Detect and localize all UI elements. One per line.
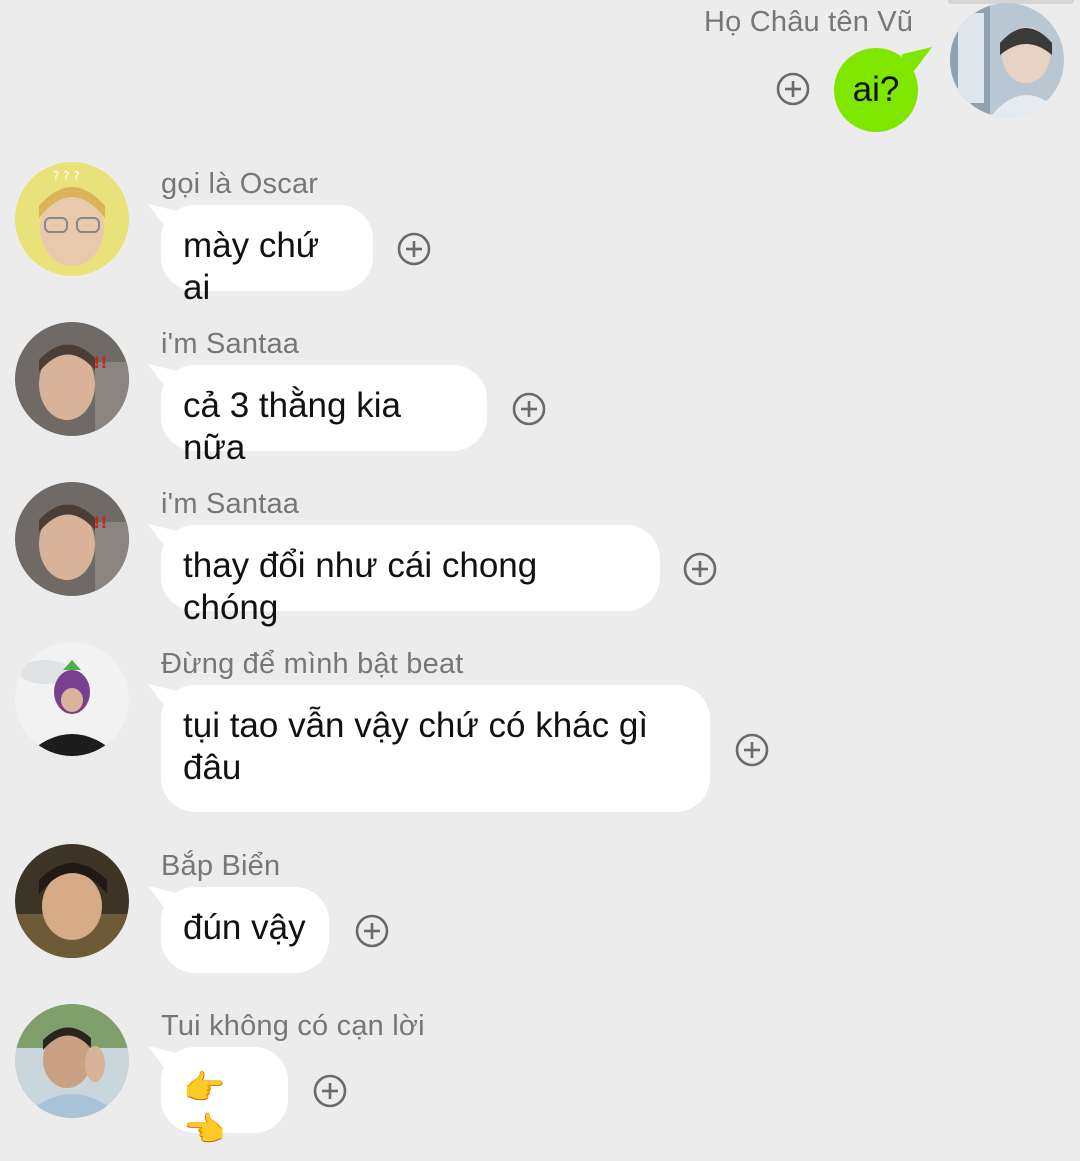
message-bubble[interactable]: 👉👈 [161,1047,288,1149]
avatar[interactable]: ? ? ? [15,162,129,276]
user-photo-avatar-icon [15,1004,129,1118]
message-bubble[interactable]: cả 3 thằng kia nữa [161,365,487,467]
user-photo-avatar-icon: !! [15,482,129,596]
message-bubble[interactable]: thay đổi như cái chong chóng [161,525,660,627]
message-text: ai? [852,70,900,109]
sender-name: Họ Châu tên Vũ [704,6,914,38]
add-reaction-icon [735,733,769,767]
sender-name: i'm Santaa [161,488,300,520]
avatar[interactable] [15,1004,129,1118]
add-reaction-icon [683,552,717,586]
avatar[interactable] [950,3,1064,117]
message-bubble-outgoing[interactable]: ai? [834,48,918,132]
add-reaction-icon [397,232,431,266]
user-photo-avatar-icon [15,642,129,756]
add-reaction-button[interactable] [776,72,810,106]
add-reaction-button[interactable] [313,1074,347,1108]
avatar[interactable] [15,844,129,958]
user-photo-avatar-icon [950,3,1064,117]
sender-name: Tui không có cạn lời [161,1010,425,1042]
avatar[interactable]: !! [15,322,129,436]
add-reaction-icon [313,1074,347,1108]
add-reaction-button[interactable] [735,733,769,767]
add-reaction-button[interactable] [397,232,431,266]
svg-text:!!: !! [93,353,108,372]
avatar[interactable] [15,642,129,756]
message-text: tụi tao vẫn vậy chứ có khác gì đâu [183,706,649,787]
message-text: thay đổi như cái chong chóng [183,546,538,627]
add-reaction-icon [512,392,546,426]
add-reaction-icon [355,914,389,948]
message-text: cả 3 thằng kia nữa [183,386,401,467]
chat-window: Họ Châu tên Vũ ai? ? ? ? gọi là Oscar mà… [0,0,1080,1161]
sender-name: Đừng để mình bật beat [161,648,464,680]
message-text: mày chứ ai [183,226,320,307]
user-photo-avatar-icon: ? ? ? [15,162,129,276]
message-bubble[interactable]: tụi tao vẫn vậy chứ có khác gì đâu [161,685,710,812]
message-text: đún vậy [183,908,306,947]
user-photo-avatar-icon [15,844,129,958]
message-bubble[interactable]: mày chứ ai [161,205,373,307]
message-bubble[interactable]: đún vậy [161,887,329,973]
svg-text:!!: !! [93,513,108,532]
user-photo-avatar-icon: !! [15,322,129,436]
svg-text:? ? ?: ? ? ? [53,169,80,183]
sender-name: i'm Santaa [161,328,300,360]
add-reaction-button[interactable] [355,914,389,948]
sender-name: gọi là Oscar [161,168,319,200]
add-reaction-icon [776,72,810,106]
add-reaction-button[interactable] [512,392,546,426]
add-reaction-button[interactable] [683,552,717,586]
avatar[interactable]: !! [15,482,129,596]
sender-name: Bắp Biển [161,850,281,882]
message-text: 👉👈 [183,1069,228,1149]
